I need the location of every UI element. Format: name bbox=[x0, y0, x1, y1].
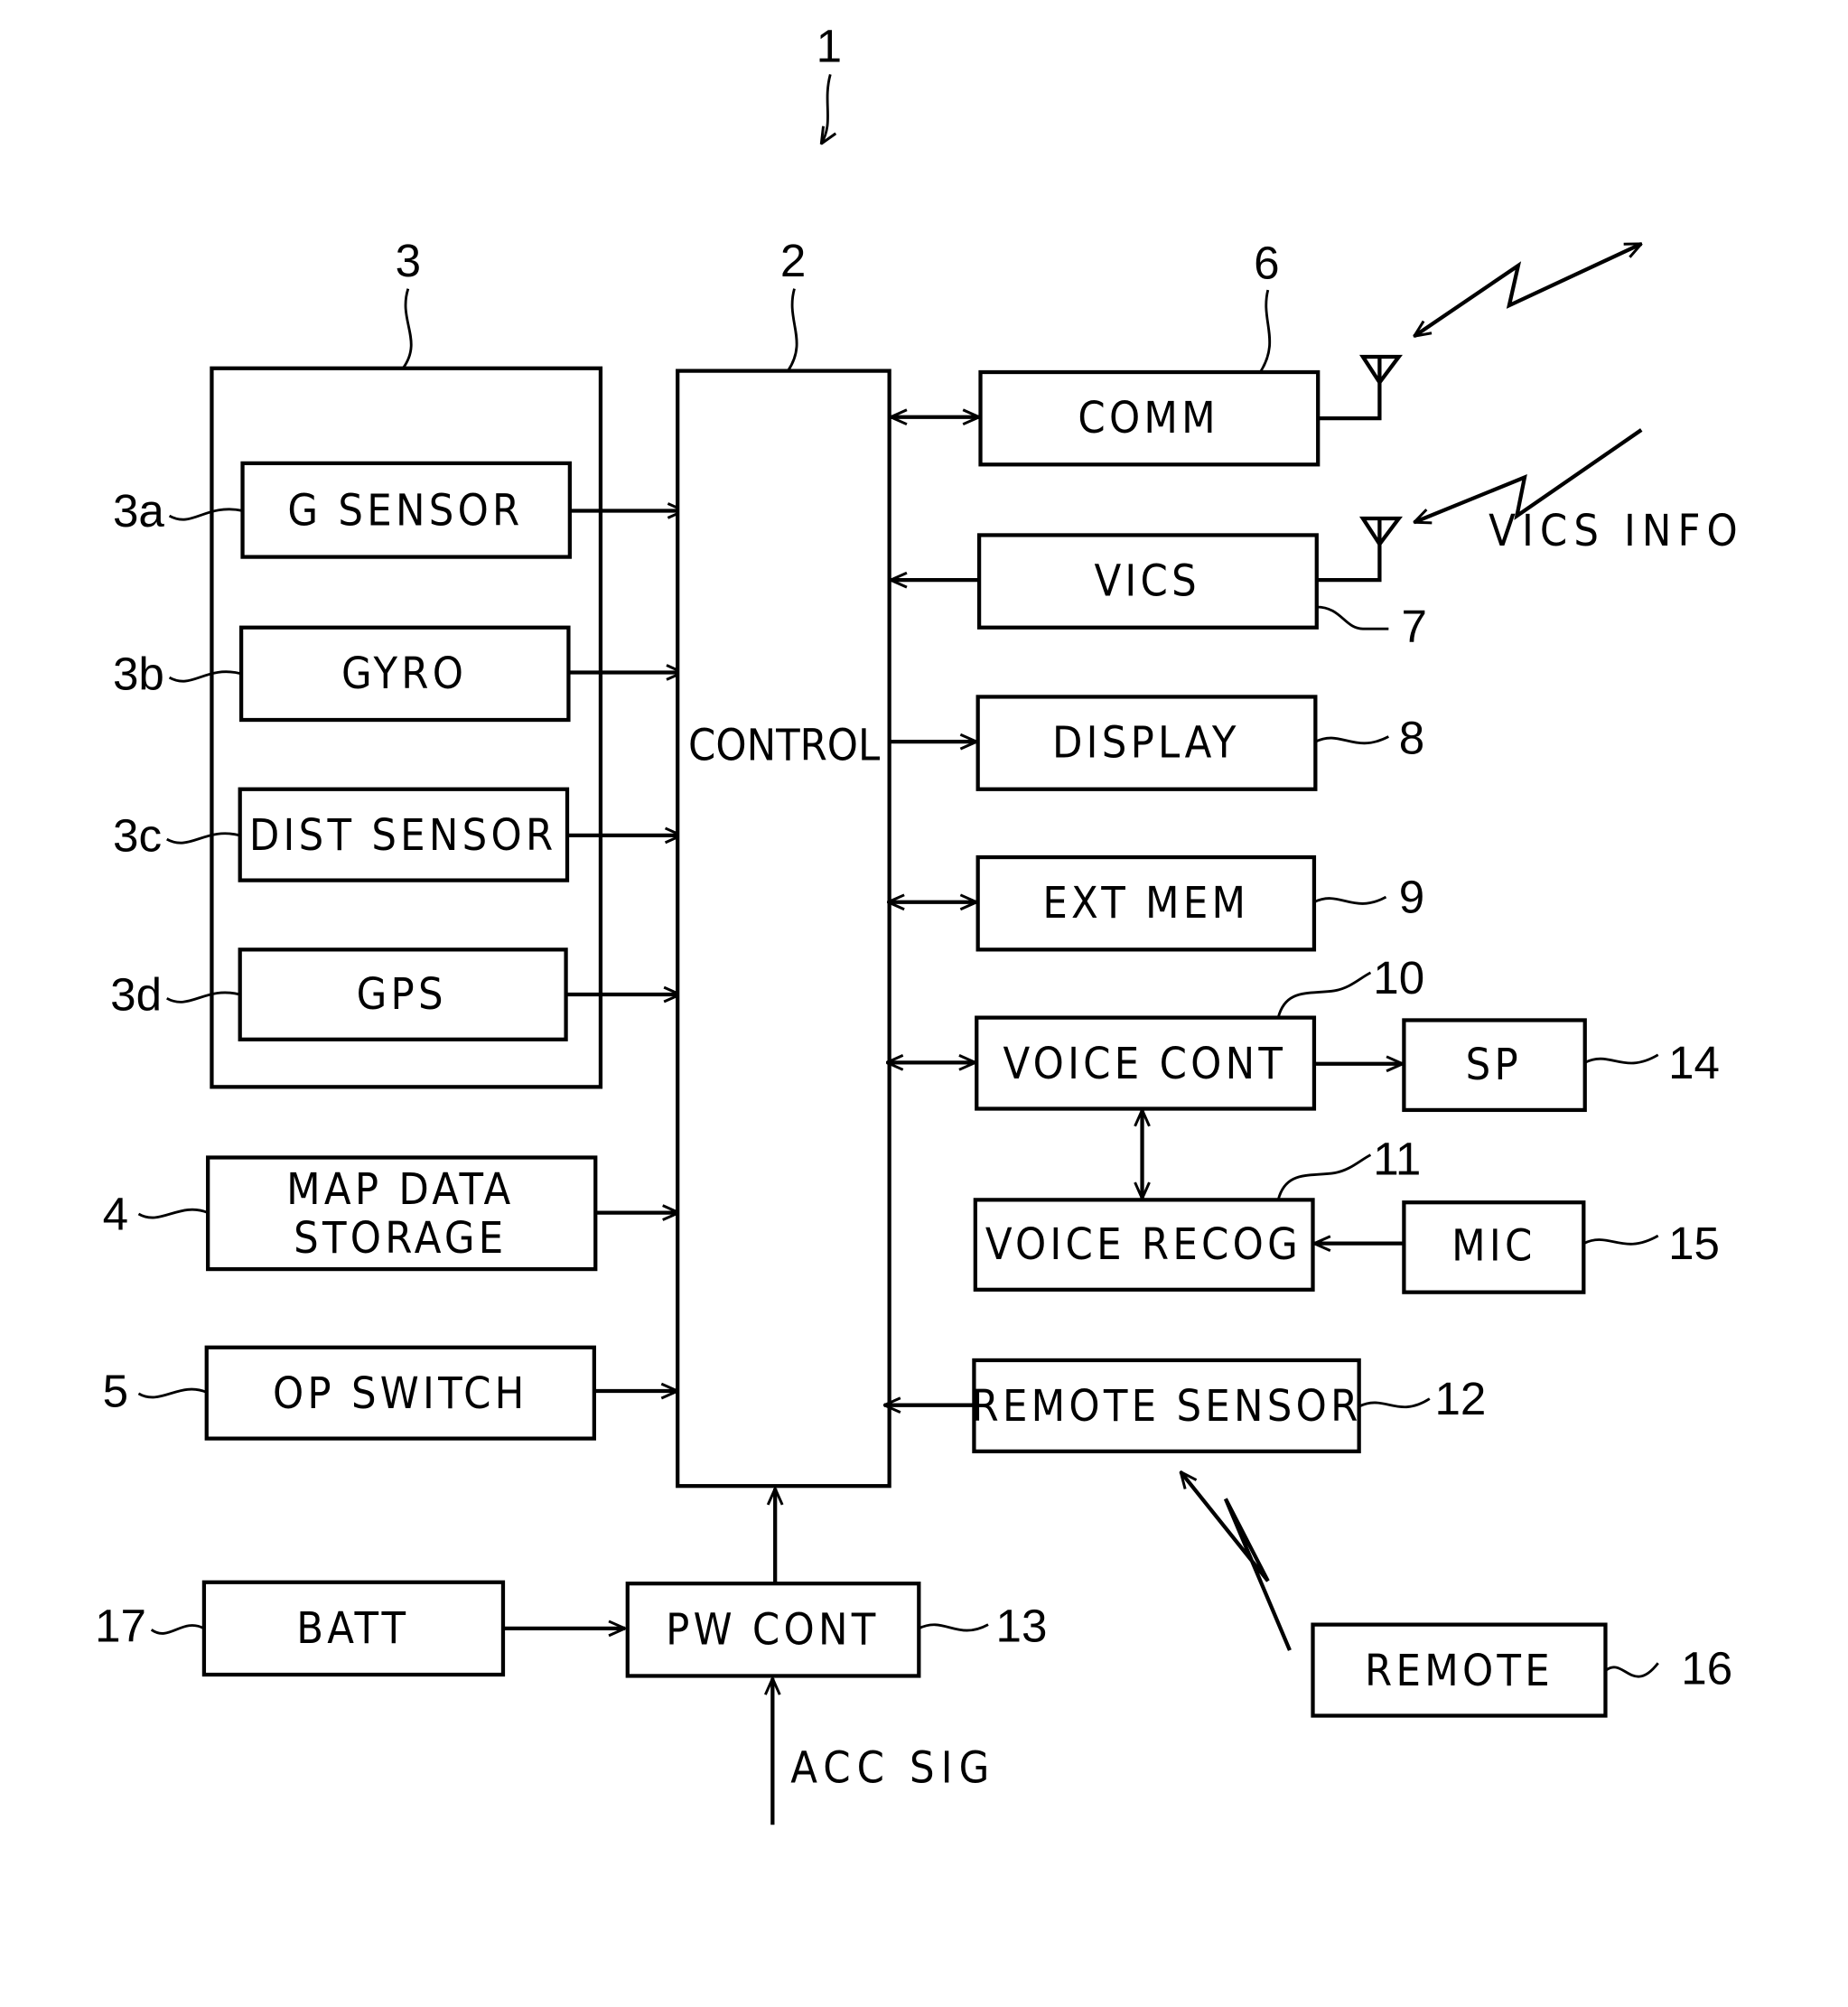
ref-8-leader bbox=[1314, 735, 1389, 745]
system-reference: 1 bbox=[817, 21, 842, 144]
ref-4-leader bbox=[137, 1208, 209, 1219]
ref-3: 3 bbox=[396, 235, 421, 286]
ref-8: 8 bbox=[1399, 712, 1424, 763]
ref-7: 7 bbox=[1402, 601, 1427, 652]
ref-17: 17 bbox=[95, 1601, 146, 1652]
map-data-label-line1: MAP DATA bbox=[286, 1164, 514, 1215]
gyro-label: GYRO bbox=[341, 649, 467, 699]
map-data-storage-block: MAP DATA STORAGE 4 bbox=[103, 1155, 679, 1272]
ref-3b: 3b bbox=[113, 648, 164, 699]
vics-antenna-icon bbox=[1358, 516, 1403, 548]
comm-label: COMM bbox=[1078, 393, 1219, 443]
ref-1: 1 bbox=[817, 21, 842, 72]
ref-4: 4 bbox=[103, 1188, 128, 1239]
remote-sensor-label: REMOTE SENSOR bbox=[972, 1381, 1362, 1432]
batt-label: BATT bbox=[296, 1603, 409, 1654]
map-data-label-line2: STORAGE bbox=[294, 1213, 507, 1264]
comm-antenna-icon bbox=[1358, 354, 1403, 387]
ref-16-leader bbox=[1604, 1662, 1659, 1678]
ref-11: 11 bbox=[1373, 1133, 1421, 1184]
ref-3d: 3d bbox=[110, 969, 162, 1021]
control-block: CONTROL 2 bbox=[676, 235, 891, 1489]
pw-cont-label: PW CONT bbox=[666, 1604, 879, 1655]
acc-sig-annotation: ACC SIG bbox=[790, 1743, 995, 1794]
comm-antenna-wire bbox=[1318, 382, 1382, 421]
vics-info-annotation: VICS INFO bbox=[1489, 506, 1744, 556]
gps-label: GPS bbox=[357, 969, 447, 1020]
ref-5: 5 bbox=[103, 1366, 128, 1417]
ref-9-leader bbox=[1313, 895, 1387, 905]
sp-label: SP bbox=[1466, 1040, 1522, 1090]
voice-cont-block: VOICE CONT 10 bbox=[887, 952, 1424, 1111]
remote-block: REMOTE 16 bbox=[1181, 1472, 1732, 1718]
ref-17-leader bbox=[150, 1624, 205, 1635]
ext-mem-label: EXT MEM bbox=[1042, 878, 1249, 929]
ref-15-leader bbox=[1582, 1234, 1659, 1246]
pw-cont-block: PW CONT ACC SIG 13 bbox=[625, 1489, 1048, 1825]
batt-block: BATT 17 bbox=[95, 1580, 625, 1677]
ref-14-leader bbox=[1584, 1053, 1659, 1065]
ref-7-leader bbox=[1316, 605, 1389, 630]
remote-sensor-block: REMOTE SENSOR 12 bbox=[884, 1358, 1486, 1453]
ref-3c: 3c bbox=[113, 809, 162, 861]
g-sensor-label: G SENSOR bbox=[287, 485, 523, 536]
ref-13: 13 bbox=[996, 1601, 1048, 1652]
ref-14: 14 bbox=[1668, 1037, 1720, 1088]
ref-6: 6 bbox=[1254, 238, 1279, 289]
dist-sensor-label: DIST SENSOR bbox=[249, 810, 557, 861]
voice-recog-label: VOICE RECOG bbox=[985, 1219, 1302, 1270]
vics-antenna-wire bbox=[1316, 544, 1382, 583]
control-label: CONTROL bbox=[688, 720, 880, 770]
ref-16: 16 bbox=[1681, 1642, 1732, 1694]
remote-label: REMOTE bbox=[1365, 1646, 1554, 1696]
op-switch-block: OP SWITCH 5 bbox=[103, 1345, 678, 1441]
voice-cont-label: VOICE CONT bbox=[1003, 1039, 1287, 1089]
remote-wireless-signal-icon bbox=[1181, 1472, 1292, 1651]
mic-label: MIC bbox=[1451, 1221, 1535, 1272]
ref-5-leader bbox=[137, 1387, 208, 1399]
ref-2-leader bbox=[787, 288, 798, 372]
op-switch-label: OP SWITCH bbox=[273, 1368, 528, 1419]
ref-3a: 3a bbox=[113, 485, 164, 537]
ref-11-leader bbox=[1276, 1153, 1372, 1200]
ref-6-leader bbox=[1259, 289, 1272, 373]
ref-13-leader bbox=[918, 1623, 989, 1632]
ref-10: 10 bbox=[1373, 952, 1424, 1004]
control-box bbox=[676, 369, 891, 1489]
ref-10-leader bbox=[1276, 971, 1372, 1019]
display-block: DISPLAY 8 bbox=[889, 695, 1424, 791]
ref-15: 15 bbox=[1668, 1218, 1720, 1269]
ref-2: 2 bbox=[780, 235, 806, 286]
ref-1-arrow bbox=[821, 74, 830, 144]
comm-wireless-bidirectional-icon bbox=[1414, 242, 1641, 336]
comm-block: COMM 6 bbox=[891, 238, 1641, 467]
navigation-system-block-diagram: 1 3 G SENSOR 3a GYRO 3b DIST SENSOR 3c G… bbox=[95, 21, 1744, 1825]
vics-label: VICS bbox=[1094, 556, 1200, 607]
ref-9: 9 bbox=[1399, 872, 1424, 923]
ext-mem-block: EXT MEM 9 bbox=[888, 854, 1424, 952]
voice-recog-block: VOICE RECOG 11 bbox=[973, 1133, 1421, 1292]
mic-block: MIC 15 bbox=[1402, 1200, 1720, 1294]
sensor-group: 3 G SENSOR 3a GYRO 3b DIST SENSOR 3c GPS bbox=[110, 235, 684, 1089]
display-label: DISPLAY bbox=[1052, 718, 1240, 769]
ref-12: 12 bbox=[1434, 1373, 1486, 1424]
ref-3-leader bbox=[401, 288, 413, 369]
ref-12-leader bbox=[1358, 1397, 1431, 1409]
sp-block: SP 14 bbox=[1402, 1018, 1720, 1113]
